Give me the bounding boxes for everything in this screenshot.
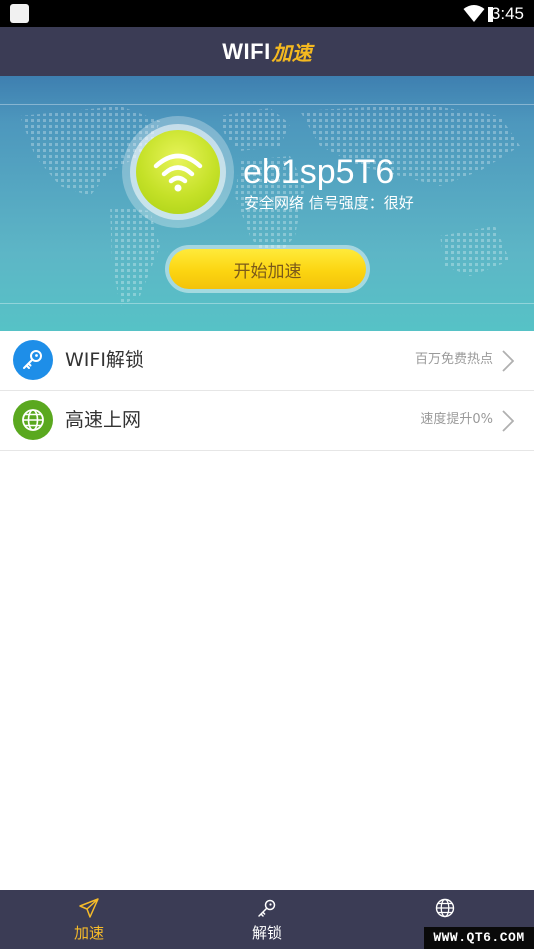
key-icon: [258, 899, 276, 917]
tab-boost[interactable]: 加速: [0, 890, 178, 949]
status-time: 3:45: [490, 4, 524, 23]
key-icon-badge: [13, 340, 53, 380]
key-icon: [23, 350, 42, 369]
chevron-right-icon: [502, 410, 514, 432]
app-title: WIFI: [222, 38, 271, 64]
wifi-signal-icon: [463, 5, 485, 22]
list-item-hint: 速度提升0%: [420, 412, 493, 427]
start-boost-button-frame: 开始加速: [165, 245, 370, 293]
paper-plane-icon: [79, 898, 99, 918]
start-boost-button[interactable]: 开始加速: [169, 249, 366, 289]
network-ssid: eb1sp5T6: [243, 153, 395, 191]
feature-list: WIFI解锁 百万免费热点 高速上网 速度提升0%: [0, 331, 534, 451]
list-item-label: WIFI解锁: [65, 349, 144, 371]
list-item-wifi-unlock[interactable]: WIFI解锁 百万免费热点: [0, 331, 534, 391]
chevron-right-icon: [502, 350, 514, 372]
tab-unlock[interactable]: 解锁: [178, 890, 356, 949]
notification-icon: [10, 4, 29, 23]
wifi-hero-panel: eb1sp5T6 安全网络 信号强度：很好 开始加速: [0, 76, 534, 331]
globe-icon: [435, 898, 455, 918]
tab-label: 加速: [73, 924, 104, 942]
list-item-high-speed[interactable]: 高速上网 速度提升0%: [0, 391, 534, 451]
status-bar: 3:45: [0, 0, 534, 27]
site-watermark: WWW.QT6.COM: [424, 927, 534, 949]
signal-strength-text: 安全网络 信号强度：很好: [244, 194, 414, 212]
globe-icon: [22, 409, 44, 431]
wifi-status-badge[interactable]: [122, 116, 234, 228]
app-header: WIFI 加速: [0, 27, 534, 76]
globe-icon-badge: [13, 400, 53, 440]
wifi-icon: [153, 153, 203, 192]
list-item-label: 高速上网: [65, 409, 142, 431]
tab-label: 解锁: [251, 924, 282, 942]
app-title-accent: 加速: [271, 41, 312, 65]
list-item-hint: 百万免费热点: [414, 352, 493, 367]
